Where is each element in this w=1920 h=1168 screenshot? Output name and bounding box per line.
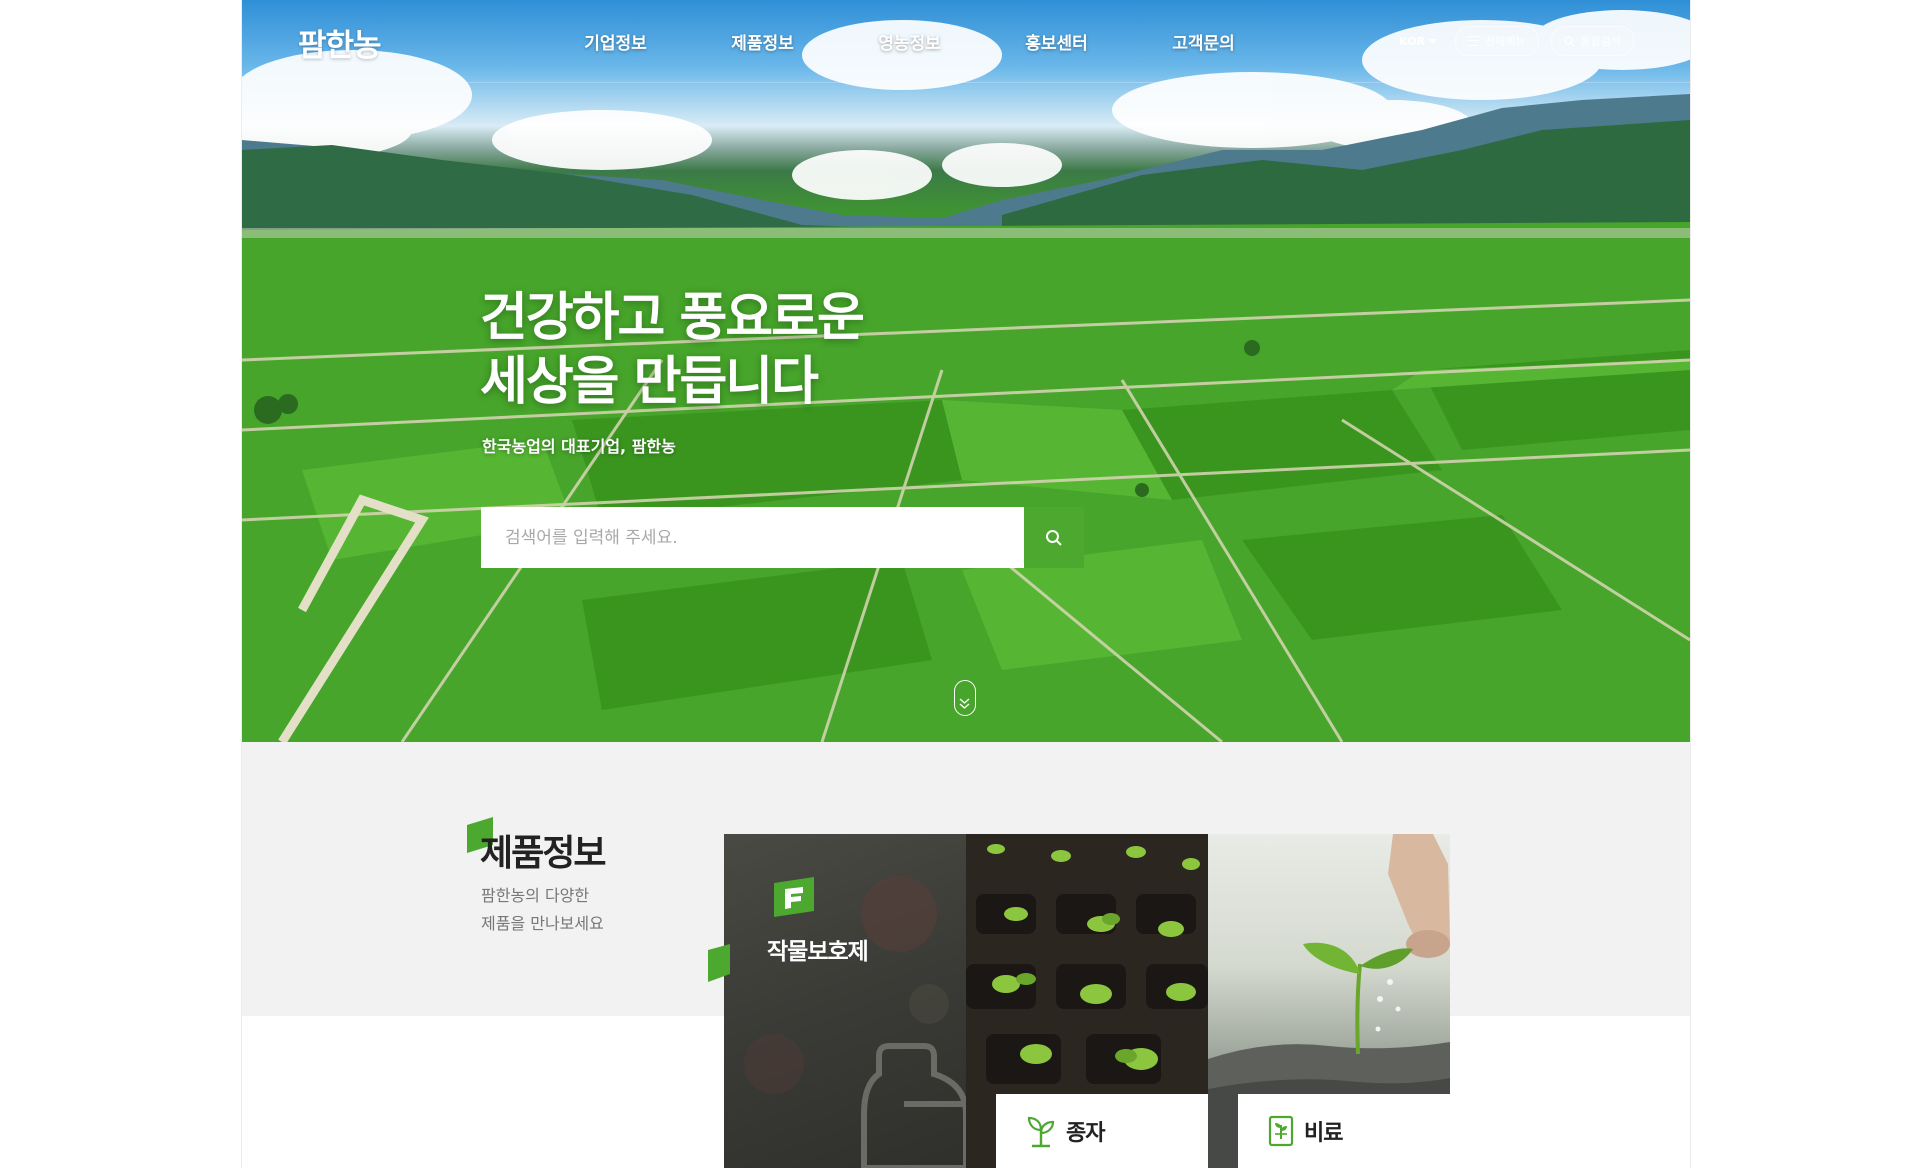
hero-landscape-image xyxy=(242,10,1690,742)
product-card-crop-protection[interactable]: 작물보호제 xyxy=(724,834,966,1168)
page-frame: 팜한농 기업정보 제품정보 영농정보 홍보센터 고객문의 KOR 전체메뉴 통합… xyxy=(241,0,1691,1168)
search-icon xyxy=(1563,35,1575,47)
product-card-fertilizer[interactable]: 비료 xyxy=(1208,834,1450,1168)
nav-item-farming-info[interactable]: 영농정보 xyxy=(836,29,983,54)
hero-subtitle: 한국농업의 대표기업, 팜한농 xyxy=(482,437,676,456)
utility-menu: KOR 전체메뉴 통합검색 xyxy=(1399,26,1634,56)
hero-search-bar xyxy=(481,507,1084,568)
integrated-search-button[interactable]: 통합검색 xyxy=(1550,26,1634,56)
hamburger-icon xyxy=(1468,36,1480,46)
nav-item-product-info[interactable]: 제품정보 xyxy=(689,29,836,54)
farmhannong-f-icon xyxy=(774,877,814,917)
fertilizer-bag-icon xyxy=(1268,1115,1294,1147)
nav-item-company-info[interactable]: 기업정보 xyxy=(542,29,689,54)
main-nav: 기업정보 제품정보 영농정보 홍보센터 고객문의 xyxy=(542,29,1277,54)
language-selector[interactable]: KOR xyxy=(1399,34,1438,48)
product-card-seeds[interactable]: 종자 xyxy=(966,834,1208,1168)
hero-search-button[interactable] xyxy=(1024,507,1084,568)
top-navigation-bar: 팜한농 기업정보 제품정보 영농정보 홍보센터 고객문의 KOR 전체메뉴 통합… xyxy=(242,0,1690,83)
site-logo[interactable]: 팜한농 xyxy=(298,20,382,65)
all-menu-button[interactable]: 전체메뉴 xyxy=(1455,26,1539,56)
product-card-label: 종자 xyxy=(1066,1121,1105,1146)
hero-title-line-2: 세상을 만듭니다 xyxy=(480,352,819,412)
product-card-label-box: 종자 xyxy=(996,1094,1208,1168)
search-icon xyxy=(1046,529,1062,546)
integrated-search-label: 통합검색 xyxy=(1580,35,1621,48)
section-description: 팜한농의 다양한 제품을 만나보세요 xyxy=(481,882,604,938)
sprout-icon xyxy=(1027,1116,1055,1148)
hero-title: 건강하고 풍요로운 세상을 만듭니다 xyxy=(480,286,865,414)
double-chevron-down-icon xyxy=(959,698,970,709)
crop-protection-image xyxy=(744,876,966,1168)
product-info-section: 제품정보 팜한농의 다양한 제품을 만나보세요 작물보호제 종자 비료 xyxy=(242,742,1690,1168)
language-label: KOR xyxy=(1399,34,1426,48)
section-description-line-2: 제품을 만나보세요 xyxy=(481,914,604,933)
product-card-label: 작물보호제 xyxy=(767,939,869,965)
section-description-line-1: 팜한농의 다양한 xyxy=(481,886,590,905)
nav-item-customer-inquiry[interactable]: 고객문의 xyxy=(1130,29,1277,54)
all-menu-label: 전체메뉴 xyxy=(1485,35,1526,48)
hero-section: 팜한농 기업정보 제품정보 영농정보 홍보센터 고객문의 KOR 전체메뉴 통합… xyxy=(242,0,1690,742)
caret-down-icon xyxy=(1429,38,1438,44)
hero-search-input[interactable] xyxy=(481,507,1024,568)
hero-title-line-1: 건강하고 풍요로운 xyxy=(480,288,865,348)
nav-item-pr-center[interactable]: 홍보센터 xyxy=(983,29,1130,54)
section-title: 제품정보 xyxy=(480,833,606,874)
product-card-label-box: 비료 xyxy=(1238,1094,1450,1168)
scroll-down-indicator[interactable] xyxy=(954,680,976,716)
product-card-label: 비료 xyxy=(1304,1121,1343,1146)
green-flag-icon xyxy=(708,944,730,982)
